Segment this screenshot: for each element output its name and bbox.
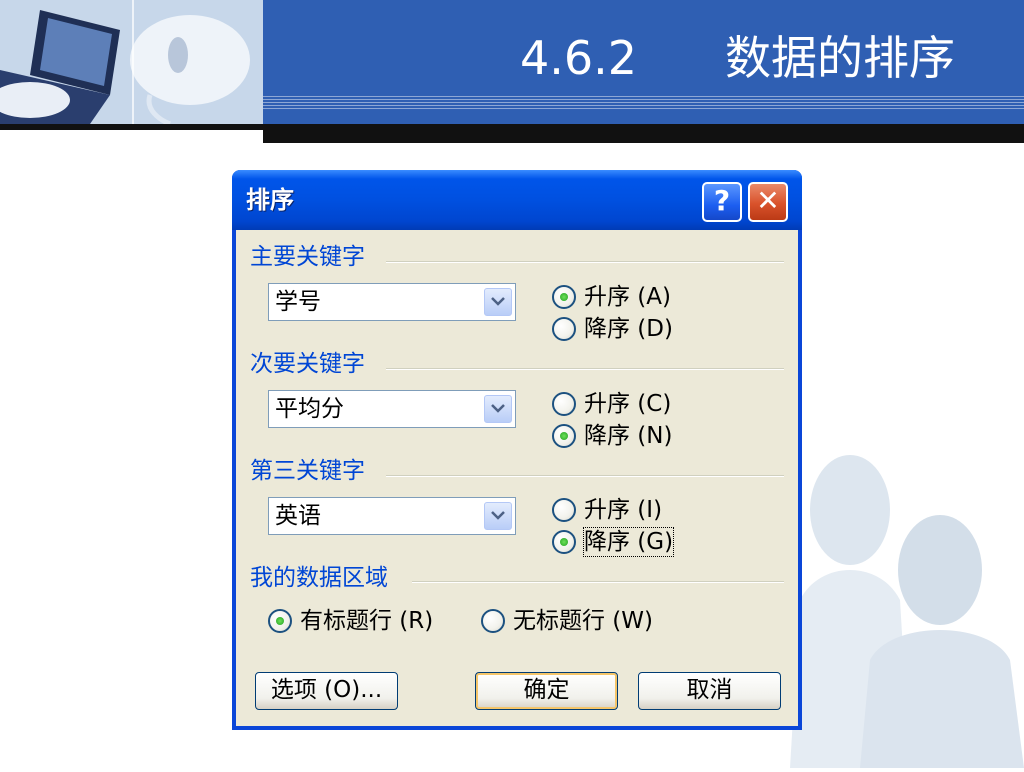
radio-selected-dot bbox=[560, 432, 568, 440]
group-divider bbox=[386, 261, 784, 263]
dialog-body: 主要关键字 学号 升序 (A) 降序 (D) 次要关键字 平均分 升序 (C) … bbox=[236, 230, 798, 726]
dialog-titlebar[interactable]: 排序 ? ✕ bbox=[232, 170, 802, 230]
header-divider-left bbox=[0, 124, 263, 130]
close-button[interactable]: ✕ bbox=[748, 182, 788, 222]
radio-circle[interactable] bbox=[552, 317, 576, 341]
sort-dialog: 排序 ? ✕ 主要关键字 学号 升序 (A) 降序 (D) 次要关键字 平均分 … bbox=[232, 170, 802, 730]
ok-button[interactable]: 确定 bbox=[475, 672, 618, 710]
radio-selected-dot bbox=[560, 293, 568, 301]
tertiary-descending-label: 降序 (G) bbox=[582, 527, 675, 557]
secondary-ascending-label: 升序 (C) bbox=[584, 391, 672, 417]
primary-descending-label: 降序 (D) bbox=[584, 316, 673, 342]
chevron-down-icon[interactable] bbox=[484, 502, 512, 530]
secondary-key-value: 平均分 bbox=[275, 396, 344, 422]
chevron-down-icon[interactable] bbox=[484, 395, 512, 423]
radio-circle[interactable] bbox=[552, 530, 576, 554]
primary-key-select[interactable]: 学号 bbox=[268, 283, 516, 321]
radio-circle[interactable] bbox=[552, 392, 576, 416]
tertiary-key-select[interactable]: 英语 bbox=[268, 497, 516, 535]
dialog-title: 排序 bbox=[246, 186, 294, 214]
radio-circle[interactable] bbox=[552, 424, 576, 448]
close-icon: ✕ bbox=[756, 184, 780, 217]
section-title: 数据的排序 bbox=[725, 31, 955, 85]
secondary-descending-label: 降序 (N) bbox=[584, 423, 673, 449]
tertiary-ascending-label: 升序 (I) bbox=[584, 497, 663, 523]
primary-key-value: 学号 bbox=[275, 289, 321, 315]
group-divider bbox=[386, 475, 784, 477]
radio-circle[interactable] bbox=[552, 498, 576, 522]
radio-circle[interactable] bbox=[552, 285, 576, 309]
help-icon: ? bbox=[713, 184, 731, 217]
section-number: 4.6.2 bbox=[520, 31, 638, 85]
radio-selected-dot bbox=[560, 538, 568, 546]
cancel-button[interactable]: 取消 bbox=[638, 672, 781, 710]
chevron-down-icon[interactable] bbox=[484, 288, 512, 316]
header-photo bbox=[0, 0, 263, 124]
has-header-row-label: 有标题行 (R) bbox=[300, 608, 434, 634]
radio-selected-dot bbox=[276, 617, 284, 625]
primary-ascending-label: 升序 (A) bbox=[584, 284, 671, 310]
header-stripes bbox=[263, 96, 1024, 110]
radio-circle[interactable] bbox=[268, 609, 292, 633]
options-button[interactable]: 选项 (O)... bbox=[255, 672, 398, 710]
radio-circle[interactable] bbox=[481, 609, 505, 633]
secondary-key-select[interactable]: 平均分 bbox=[268, 390, 516, 428]
group-label-secondary-key: 次要关键字 bbox=[250, 349, 375, 379]
background-people-image bbox=[790, 430, 1024, 768]
header-divider-right bbox=[263, 124, 1024, 143]
group-divider bbox=[412, 581, 784, 583]
group-label-primary-key: 主要关键字 bbox=[250, 242, 375, 272]
no-header-row-label: 无标题行 (W) bbox=[513, 608, 653, 634]
tertiary-key-value: 英语 bbox=[275, 503, 321, 529]
help-button[interactable]: ? bbox=[702, 182, 742, 222]
slide-title: 4.6.2 数据的排序 bbox=[520, 28, 955, 88]
group-divider bbox=[386, 368, 784, 370]
group-label-tertiary-key: 第三关键字 bbox=[250, 456, 375, 486]
group-label-data-range: 我的数据区域 bbox=[250, 563, 398, 593]
